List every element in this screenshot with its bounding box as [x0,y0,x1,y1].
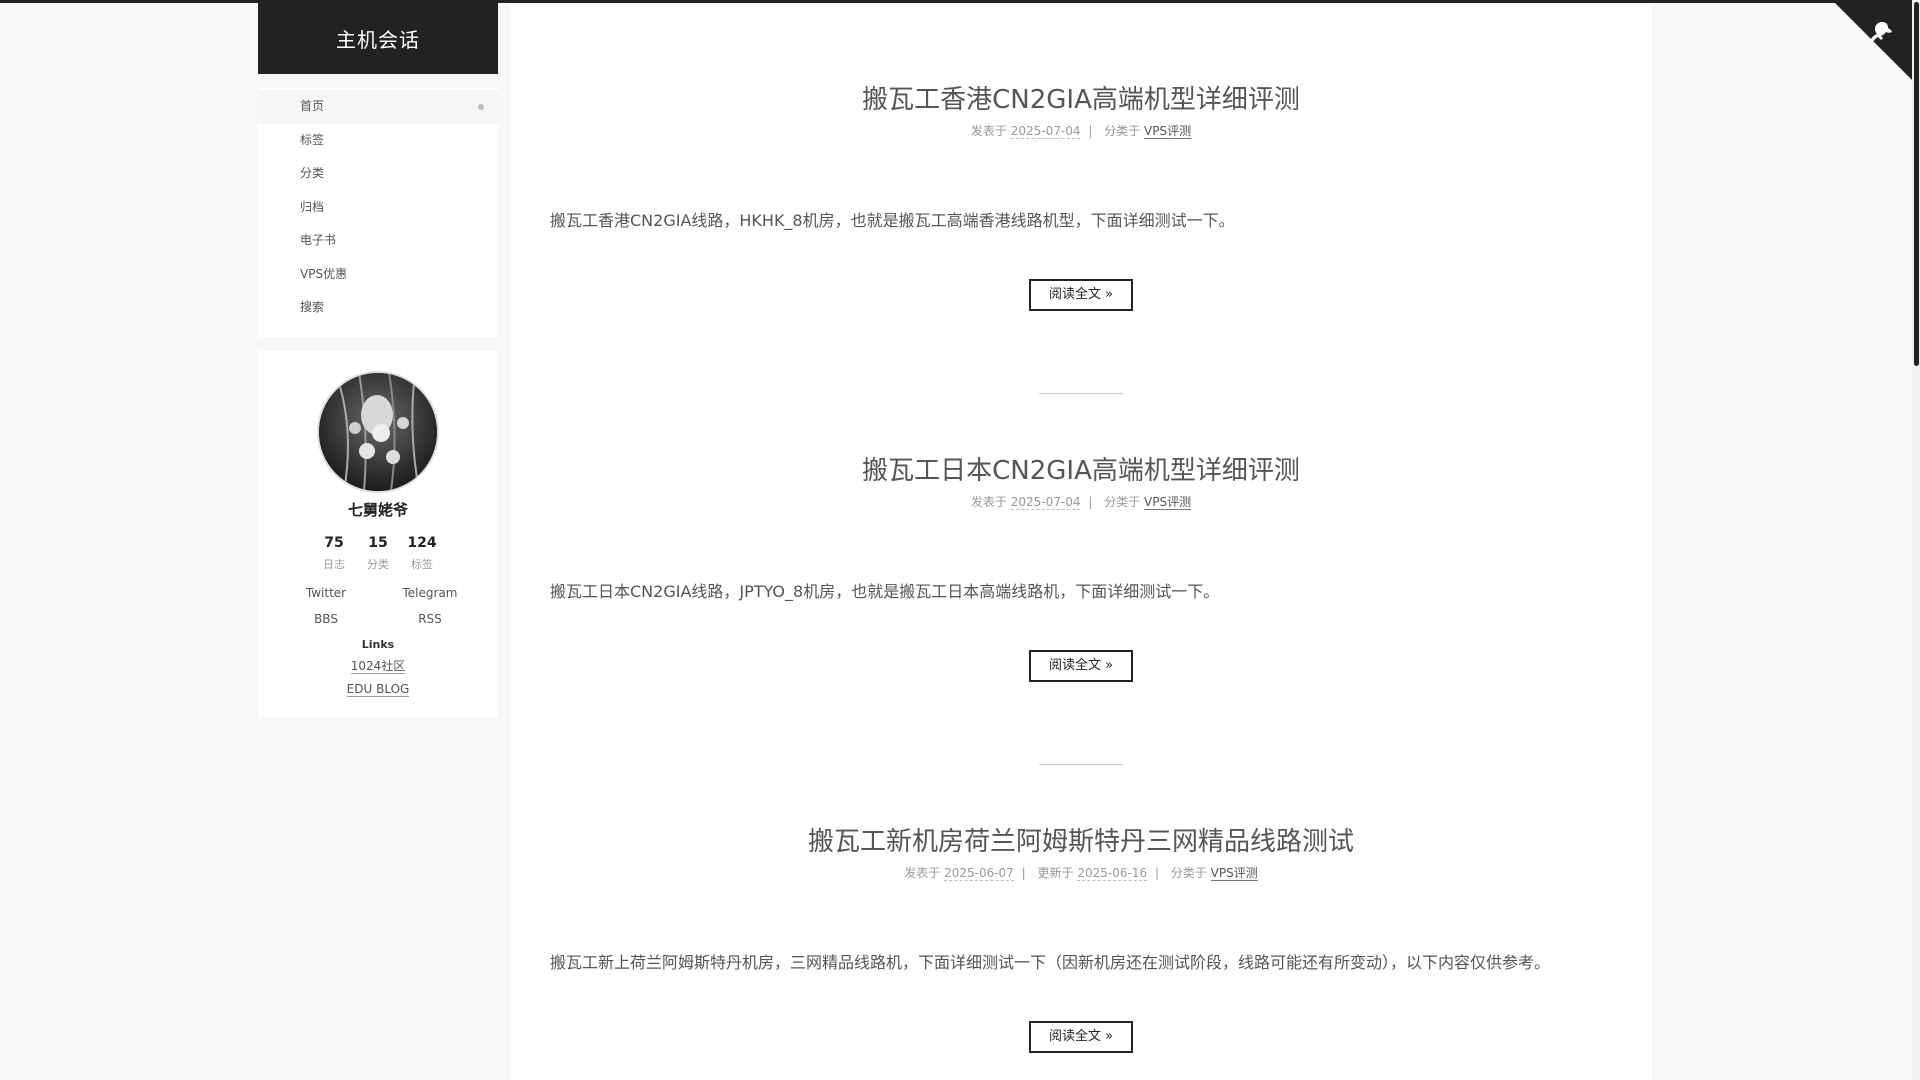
author-name: 七舅姥爷 [347,500,408,519]
post-title[interactable]: 搬瓦工香港CN2GIA高端机型详细评测 [510,83,1652,117]
stat-value: 124 [407,534,437,551]
post-divider [1039,393,1123,394]
site-title[interactable]: 主机会话 [258,3,498,74]
updated-prefix: 更新于 [1037,866,1074,880]
read-more-button[interactable]: 阅读全文 » [1028,650,1134,682]
posted-date: 2025-07-04 [1010,495,1081,510]
menu-item-label: 分类 [300,166,325,180]
post-excerpt: 搬瓦工日本CN2GIA线路，JPTYO_8机房，也就是搬瓦工日本高端线路机，下面… [550,582,1220,601]
post-item: 搬瓦工新机房荷兰阿姆斯特丹三网精品线路测试 发表于 2025-06-07 | 更… [510,825,1652,1053]
posted-date: 2025-07-04 [1010,124,1081,139]
stat-tags[interactable]: 124 标签 [400,534,444,572]
post-excerpt: 搬瓦工新上荷兰阿姆斯特丹机房，三网精品线路机，下面详细测试一下（因新机房还在测试… [550,953,1551,972]
sidebar: 主机会话 首页 标签 分类 归档 电子书 VPS优惠 搜索 七舅姥爷 75 日志… [258,3,498,717]
meta-separator: | [1088,495,1093,509]
link-1024[interactable]: 1024社区 [350,659,406,674]
menu-item-tags[interactable]: 标签 [258,124,498,158]
read-more-button[interactable]: 阅读全文 » [1028,279,1134,311]
meta-separator: | [1154,866,1159,880]
read-more-button[interactable]: 阅读全文 » [1028,1021,1134,1053]
menu-item-vps-deals[interactable]: VPS优惠 [258,258,498,292]
category-prefix: 分类于 [1170,866,1207,880]
menu-item-search[interactable]: 搜索 [258,291,498,325]
posted-prefix: 发表于 [970,124,1007,138]
author-stats: 75 日志 15 分类 124 标签 [258,534,498,572]
avatar-illustration [319,372,437,491]
menu-item-label: 首页 [300,99,325,113]
posted-prefix: 发表于 [904,866,941,880]
stat-value: 15 [368,534,388,551]
social-link-telegram[interactable]: Telegram [378,586,482,600]
category-prefix: 分类于 [1104,124,1141,138]
post-item: 搬瓦工日本CN2GIA高端机型详细评测 发表于 2025-07-04 | 分类于… [510,454,1652,682]
menu-item-label: 标签 [300,132,325,147]
social-link-bbs[interactable]: BBS [274,612,378,626]
post-meta: 发表于 2025-07-04 | 分类于 VPS评测 [510,494,1652,510]
post-list: 搬瓦工香港CN2GIA高端机型详细评测 发表于 2025-07-04 | 分类于… [510,3,1652,1080]
post-title[interactable]: 搬瓦工新机房荷兰阿姆斯特丹三网精品线路测试 [510,825,1652,859]
post-meta: 发表于 2025-07-04 | 分类于 VPS评测 [510,123,1652,139]
post-meta: 发表于 2025-06-07 | 更新于 2025-06-16 | 分类于 VP… [510,865,1652,881]
social-link-twitter[interactable]: Twitter [274,586,378,600]
post-excerpt: 搬瓦工香港CN2GIA线路，HKHK_8机房，也就是搬瓦工高端香港线路机型，下面… [550,211,1235,230]
menu-item-label: 搜索 [300,300,325,314]
main-menu: 首页 标签 分类 归档 电子书 VPS优惠 搜索 [258,88,498,337]
stat-posts[interactable]: 75 日志 [312,534,356,572]
menu-item-label: 电子书 [300,233,337,247]
dot-icon [478,104,484,110]
post-title[interactable]: 搬瓦工日本CN2GIA高端机型详细评测 [510,454,1652,488]
post-divider [1039,764,1123,765]
category-link[interactable]: VPS评测 [1144,495,1192,510]
social-links: Twitter Telegram BBS RSS [258,586,498,626]
category-prefix: 分类于 [1104,495,1141,509]
scrollbar-thumb[interactable] [1914,2,1919,366]
links-title: Links [361,637,395,651]
meta-separator: | [1021,866,1026,880]
stat-categories[interactable]: 15 分类 [356,534,400,572]
stat-label: 分类 [367,557,389,571]
social-link-rss[interactable]: RSS [378,612,482,626]
github-octocat-icon[interactable] [1832,0,1912,80]
menu-item-archives[interactable]: 归档 [258,191,498,225]
meta-separator: | [1088,124,1093,138]
author-profile: 七舅姥爷 75 日志 15 分类 124 标签 Twitter Telegram… [258,350,498,717]
link-edu-blog[interactable]: EDU BLOG [346,682,410,697]
stat-label: 标签 [411,557,433,571]
menu-item-categories[interactable]: 分类 [258,157,498,191]
posted-prefix: 发表于 [970,495,1007,509]
posted-date: 2025-06-07 [944,866,1014,881]
stat-label: 日志 [323,557,345,571]
stat-value: 75 [324,534,344,551]
post-item: 搬瓦工香港CN2GIA高端机型详细评测 发表于 2025-07-04 | 分类于… [510,83,1652,311]
category-link[interactable]: VPS评测 [1144,124,1192,139]
menu-item-ebook[interactable]: 电子书 [258,224,498,258]
avatar [317,370,439,493]
menu-item-home[interactable]: 首页 [258,90,498,124]
updated-date: 2025-06-16 [1077,866,1148,881]
scrollbar-track[interactable] [1912,0,1920,1080]
menu-item-label: VPS优惠 [300,266,348,281]
menu-item-label: 归档 [300,199,325,214]
category-link[interactable]: VPS评测 [1210,866,1258,881]
